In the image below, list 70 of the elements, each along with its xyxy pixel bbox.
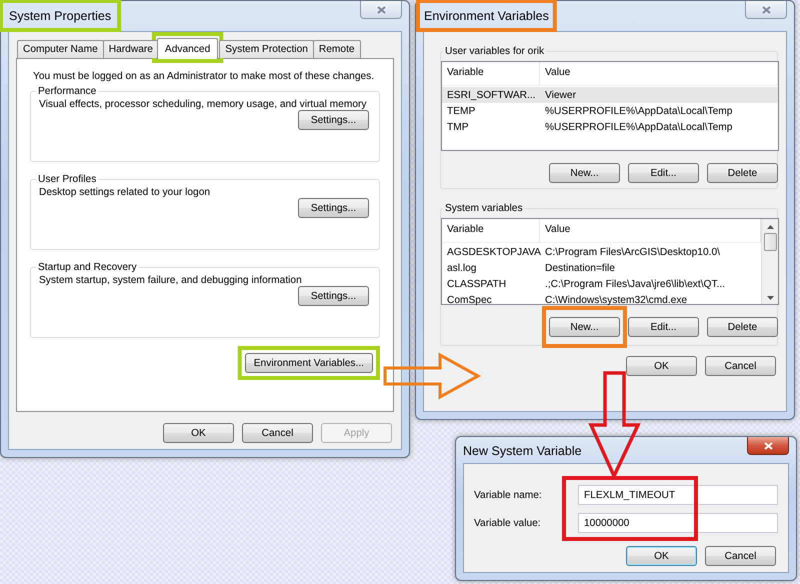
button[interactable]: Environment Variables...: [244, 353, 373, 373]
list-row[interactable]: asl.log Destination=file: [442, 260, 761, 276]
close-button[interactable]: [747, 437, 789, 455]
list-row[interactable]: AGSDESKTOPJAVA C:\Program Files\ArcGIS\Desktop10.0\: [442, 244, 761, 260]
list-row[interactable]: TMP %USERPROFILE%\AppData\Local\Temp: [442, 119, 778, 135]
table-cell-text: ESRI_SOFTWAR...: [446, 90, 536, 100]
button[interactable]: OK: [626, 546, 697, 566]
group-title: Performance: [37, 86, 98, 97]
table-cell-text: asl.log: [446, 262, 478, 274]
button[interactable]: Cancel: [705, 546, 776, 566]
button[interactable]: New...: [549, 317, 620, 337]
button[interactable]: Settings...: [298, 110, 369, 130]
table-cell-text: Destination=file: [544, 262, 616, 274]
table-cell-text: TEMP: [446, 106, 476, 116]
table-cell-text: TMP: [446, 122, 470, 132]
close-icon: [764, 442, 772, 450]
tab[interactable]: Hardware: [102, 40, 159, 58]
scrollbar[interactable]: [761, 219, 778, 304]
column-header[interactable]: Variable: [442, 219, 540, 242]
input-field[interactable]: FLEXLM_TIMEOUT: [578, 485, 778, 505]
button[interactable]: Cancel: [242, 423, 313, 443]
highlight-frame: [152, 32, 224, 63]
window-title: Environment Variables: [424, 9, 549, 23]
scroll-down-icon[interactable]: [766, 296, 774, 300]
button[interactable]: Cancel: [705, 356, 776, 376]
scroll-up-icon[interactable]: [766, 225, 774, 229]
column-header[interactable]: Variable: [442, 62, 540, 85]
close-icon: [376, 6, 386, 14]
description-text: Desktop settings related to your logon: [39, 187, 212, 198]
list-row[interactable]: TEMP %USERPROFILE%\AppData\Local\Temp: [442, 103, 778, 119]
tab[interactable]: Remote: [312, 40, 361, 58]
group-title: Startup and Recovery: [37, 262, 138, 273]
table-cell-text: ComSpec: [446, 294, 493, 306]
description-text: Visual effects, processor scheduling, memory usage, and virtual memory: [39, 99, 368, 110]
close-icon: [762, 6, 770, 14]
table-cell-text: CLASSPATH: [446, 278, 508, 290]
button[interactable]: Edit...: [628, 317, 699, 337]
field-label: Variable name:: [474, 490, 543, 500]
button[interactable]: New...: [549, 163, 620, 183]
tab[interactable]: Advanced: [156, 38, 218, 59]
list-row[interactable]: ComSpec C:\Windows\system32\cmd.exe: [442, 292, 761, 308]
button[interactable]: Settings...: [298, 286, 369, 306]
table-cell-text: AGSDESKTOPJAVA: [446, 246, 540, 258]
scroll-thumb[interactable]: [764, 233, 776, 251]
button[interactable]: OK: [626, 356, 697, 376]
description-text: System startup, system failure, and debugging information: [39, 275, 303, 286]
list-row[interactable]: ESRI_SOFTWAR... Viewer: [442, 87, 778, 103]
button[interactable]: Settings...: [298, 198, 369, 218]
table-cell-text: .;C:\Program Files\Java\jre6\lib\ext\QT...: [544, 278, 726, 290]
button[interactable]: Delete: [707, 163, 778, 183]
tab[interactable]: Computer Name: [17, 40, 104, 58]
list-row[interactable]: CLASSPATH .;C:\Program Files\Java\jre6\lib\ext\QT...: [442, 276, 761, 292]
group-title: User variables for orik: [444, 46, 546, 57]
window-title: New System Variable: [463, 444, 582, 458]
field-label: Variable value:: [474, 518, 542, 528]
window-title: System Properties: [9, 9, 112, 23]
column-header[interactable]: Value: [540, 62, 778, 85]
button[interactable]: Edit...: [628, 163, 699, 183]
table-cell-text: C:\Program Files\ArcGIS\Desktop10.0\: [544, 246, 721, 258]
group-title: User Profiles: [37, 174, 98, 185]
tab[interactable]: System Protection: [219, 40, 314, 58]
table-cell-text: Viewer: [544, 90, 577, 100]
button[interactable]: Delete: [707, 317, 778, 337]
table-cell-text: C:\Windows\system32\cmd.exe: [544, 294, 688, 306]
notice-text: You must be logged on as an Administrator to make most of these changes.: [32, 71, 376, 82]
table-cell-text: %USERPROFILE%\AppData\Local\Temp: [544, 106, 734, 116]
input-field[interactable]: 10000000: [578, 513, 778, 533]
group-title: System variables: [444, 203, 524, 214]
table-cell-text: %USERPROFILE%\AppData\Local\Temp: [544, 122, 734, 132]
button[interactable]: OK: [163, 423, 234, 443]
